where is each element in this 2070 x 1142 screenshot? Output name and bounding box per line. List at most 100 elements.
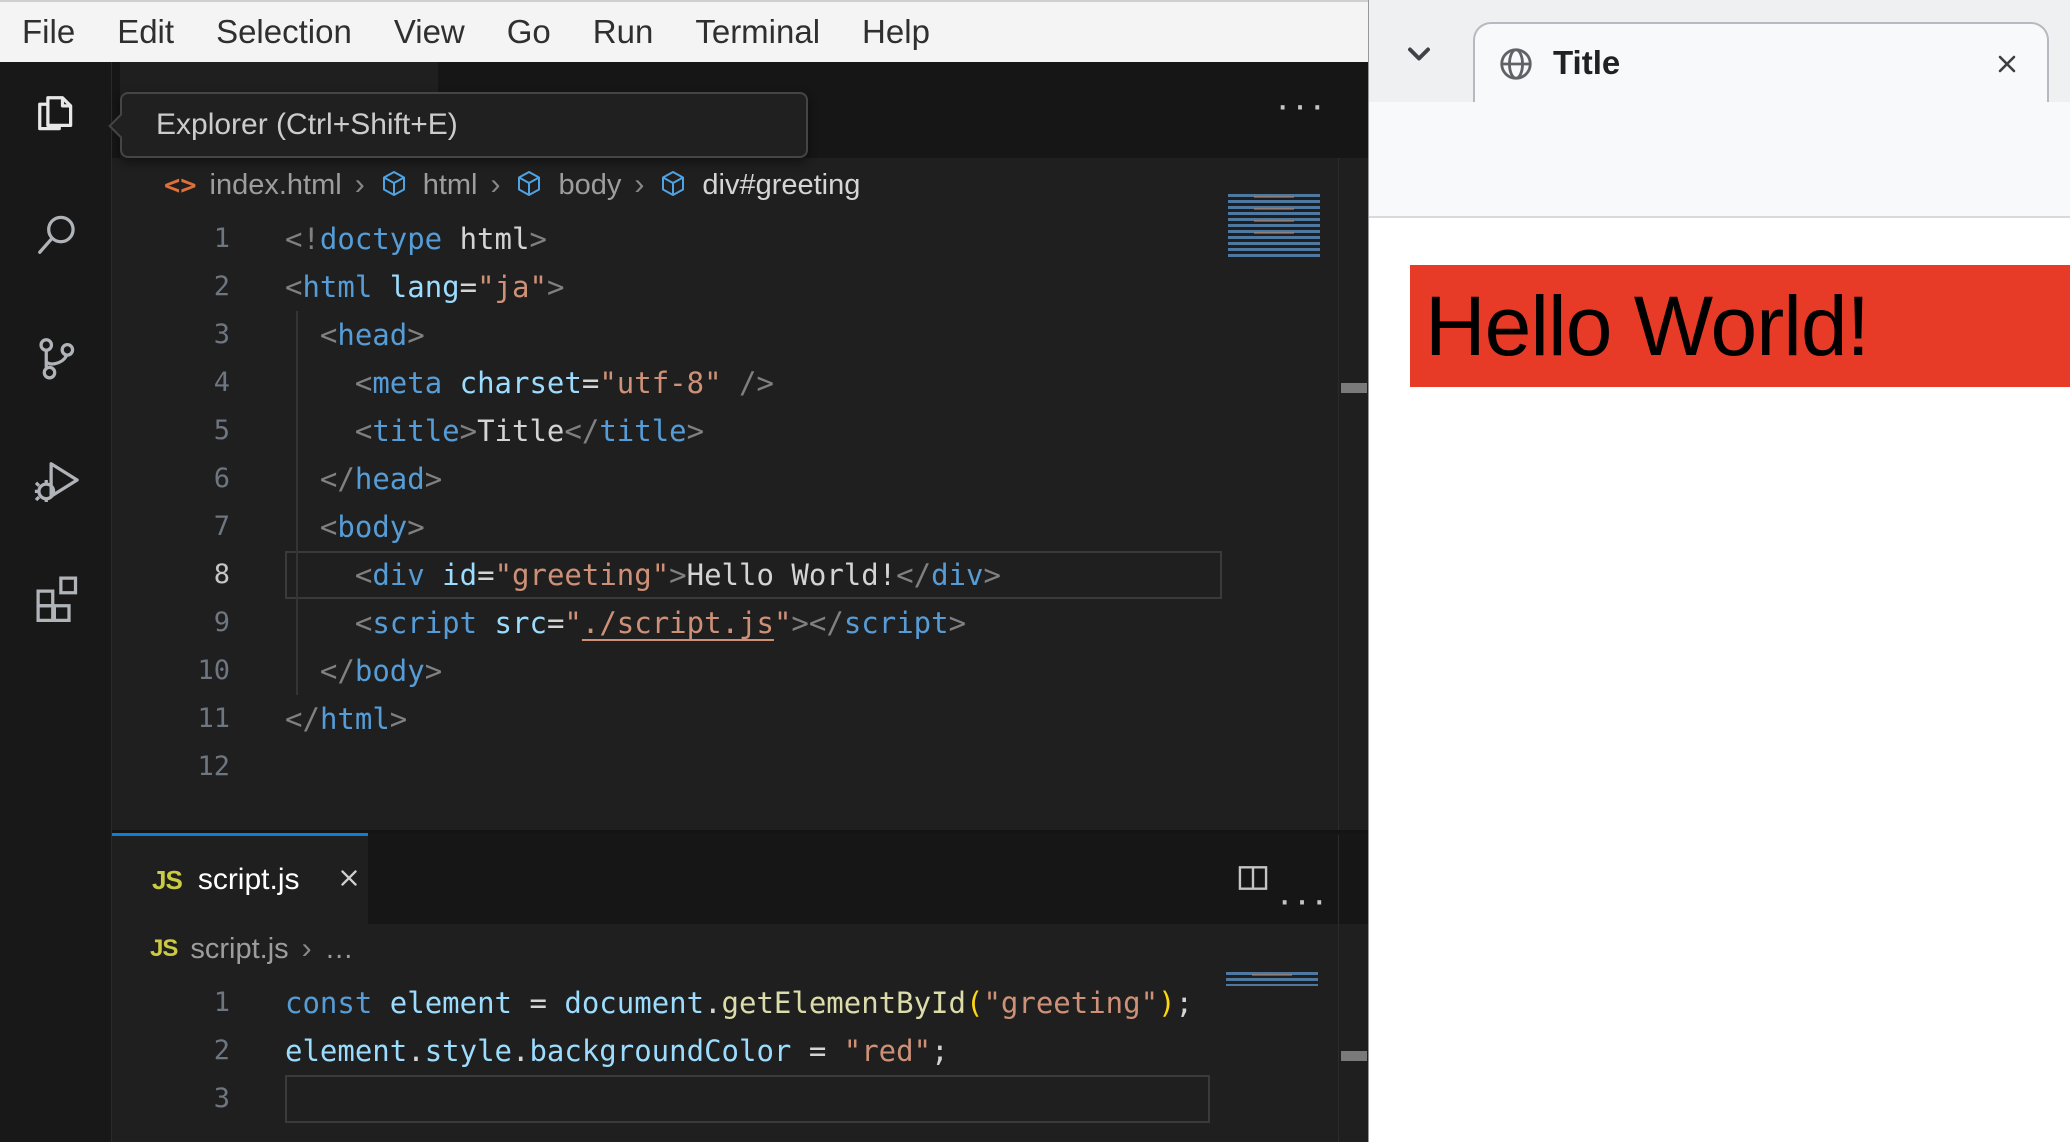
symbol-cube-icon bbox=[378, 168, 410, 202]
split-editor-icon[interactable] bbox=[1234, 859, 1272, 897]
indent-guide bbox=[296, 311, 298, 695]
js-editor-tab-bar: JS script.js ··· bbox=[112, 833, 1368, 924]
line-number: 3 bbox=[213, 319, 230, 350]
code-line[interactable]: 1 const element = document.getElementById… bbox=[112, 979, 1210, 1027]
line-number: 5 bbox=[213, 415, 230, 446]
browser-toolbar: ファイル /home/u bbox=[1369, 102, 2070, 300]
activity-bar bbox=[0, 62, 112, 1142]
scrollbar-slider[interactable] bbox=[1341, 383, 1367, 393]
vscode-window: File Edit Selection View Go Run Terminal… bbox=[0, 0, 1368, 1142]
code-line[interactable]: 5 <title>Title</title> bbox=[112, 407, 1222, 455]
page-banner: Hello World! bbox=[1410, 265, 2070, 387]
breadcrumb-file[interactable]: script.js bbox=[190, 933, 288, 966]
js-code-lines[interactable]: 1 const element = document.getElementById… bbox=[112, 979, 1210, 1123]
menu-item-view[interactable]: View bbox=[394, 13, 465, 51]
code-line[interactable]: 3 bbox=[112, 1075, 1210, 1123]
code-text: <html lang="ja"> bbox=[285, 270, 565, 304]
code-line[interactable]: 10 </body> bbox=[112, 647, 1222, 695]
code-text: <head> bbox=[285, 318, 425, 352]
js-file-icon: JS bbox=[150, 935, 178, 962]
scrollbar[interactable] bbox=[1338, 835, 1368, 1142]
menu-item-help[interactable]: Help bbox=[862, 13, 930, 51]
browser-tab[interactable]: Title bbox=[1473, 22, 2049, 102]
code-line[interactable]: 6 </head> bbox=[112, 455, 1222, 503]
js-file-icon: JS bbox=[152, 864, 183, 895]
minimap[interactable] bbox=[1226, 972, 1318, 986]
tab-script-js[interactable]: JS script.js bbox=[112, 833, 368, 924]
html-code-lines[interactable]: 1 <!doctype html> 2 <html lang="ja"> 3 <head… bbox=[112, 215, 1222, 791]
line-number: 6 bbox=[213, 463, 230, 494]
symbol-cube-icon bbox=[657, 168, 689, 202]
explorer-icon[interactable] bbox=[30, 88, 82, 140]
code-text: <title>Title</title> bbox=[285, 414, 705, 448]
symbol-cube-icon bbox=[513, 168, 545, 202]
browser-tab-title: Title bbox=[1553, 44, 1621, 81]
menu-item-go[interactable]: Go bbox=[507, 13, 551, 51]
line-number: 1 bbox=[213, 223, 230, 254]
code-line[interactable]: 9 <script src="./script.js"></script> bbox=[112, 599, 1222, 647]
breadcrumb-separator: › bbox=[634, 168, 645, 201]
scrollbar[interactable] bbox=[1338, 158, 1368, 830]
code-line[interactable]: 12 bbox=[112, 743, 1222, 791]
code-text: </body> bbox=[285, 654, 443, 688]
breadcrumb-div-greeting[interactable]: div#greeting bbox=[702, 169, 860, 202]
extensions-icon[interactable] bbox=[30, 570, 82, 622]
breadcrumb: <> index.html › html › body › div#greeti… bbox=[112, 158, 1368, 212]
code-text: </html> bbox=[285, 702, 408, 736]
js-breadcrumb: JS script.js › … bbox=[112, 924, 1368, 974]
breadcrumb-file[interactable]: index.html bbox=[210, 169, 342, 202]
code-line[interactable]: 11 </html> bbox=[112, 695, 1222, 743]
editor-actions-more-icon[interactable]: ··· bbox=[1278, 880, 1330, 920]
browser-page: Hello World! bbox=[1369, 218, 2070, 1142]
code-text: element.style.backgroundColor = "red"; bbox=[285, 1034, 949, 1068]
search-icon[interactable] bbox=[30, 210, 82, 262]
line-number: 7 bbox=[213, 511, 230, 542]
code-text: <!doctype html> bbox=[285, 222, 547, 256]
code-line[interactable]: 8 <div id="greeting">Hello World!</div> bbox=[112, 551, 1222, 599]
html-file-icon: <> bbox=[164, 169, 197, 201]
code-text: </head> bbox=[285, 462, 443, 496]
menu-item-selection[interactable]: Selection bbox=[216, 13, 352, 51]
line-number: 10 bbox=[197, 655, 230, 686]
menu-item-file[interactable]: File bbox=[22, 13, 75, 51]
code-line[interactable]: 3 <head> bbox=[112, 311, 1222, 359]
line-number: 2 bbox=[213, 1035, 230, 1066]
line-number: 9 bbox=[213, 607, 230, 638]
source-control-icon[interactable] bbox=[30, 332, 82, 384]
code-text: <div id="greeting">Hello World!</div> bbox=[285, 558, 1001, 592]
code-text: <meta charset="utf-8" /> bbox=[285, 366, 774, 400]
code-line[interactable]: 2 element.style.backgroundColor = "red"; bbox=[112, 1027, 1210, 1075]
run-debug-icon[interactable] bbox=[30, 454, 82, 506]
code-text: <script src="./script.js"></script> bbox=[285, 606, 967, 640]
close-tab-icon[interactable] bbox=[334, 863, 364, 898]
line-number: 1 bbox=[213, 987, 230, 1018]
editor-actions-more-icon[interactable]: ··· bbox=[1276, 85, 1328, 125]
breadcrumb-separator: › bbox=[301, 932, 312, 965]
line-number: 3 bbox=[213, 1083, 230, 1114]
hello-world-text: Hello World! bbox=[1425, 278, 1870, 373]
explorer-tooltip: Explorer (Ctrl+Shift+E) bbox=[108, 92, 808, 158]
browser-tab-strip: Title bbox=[1369, 0, 2070, 102]
line-number: 12 bbox=[197, 751, 230, 782]
code-line[interactable]: 1 <!doctype html> bbox=[112, 215, 1222, 263]
code-text: const element = document.getElementById(… bbox=[285, 986, 1193, 1020]
chevron-down-icon[interactable] bbox=[1401, 36, 1437, 72]
line-number: 4 bbox=[213, 367, 230, 398]
line-number: 8 bbox=[213, 559, 230, 590]
close-tab-icon[interactable] bbox=[1993, 50, 2021, 78]
globe-icon bbox=[1497, 45, 1535, 83]
breadcrumb-html[interactable]: html bbox=[423, 169, 478, 202]
breadcrumb-separator: › bbox=[490, 168, 501, 201]
minimap[interactable] bbox=[1228, 194, 1320, 258]
code-line[interactable]: 7 <body> bbox=[112, 503, 1222, 551]
code-line[interactable]: 2 <html lang="ja"> bbox=[112, 263, 1222, 311]
code-line[interactable]: 4 <meta charset="utf-8" /> bbox=[112, 359, 1222, 407]
menu-item-run[interactable]: Run bbox=[593, 13, 654, 51]
line-number: 2 bbox=[213, 271, 230, 302]
menu-item-terminal[interactable]: Terminal bbox=[695, 13, 820, 51]
menu-item-edit[interactable]: Edit bbox=[117, 13, 174, 51]
breadcrumb-more[interactable]: … bbox=[325, 933, 354, 966]
breadcrumb-body[interactable]: body bbox=[558, 169, 621, 202]
scrollbar-slider[interactable] bbox=[1341, 1051, 1367, 1061]
